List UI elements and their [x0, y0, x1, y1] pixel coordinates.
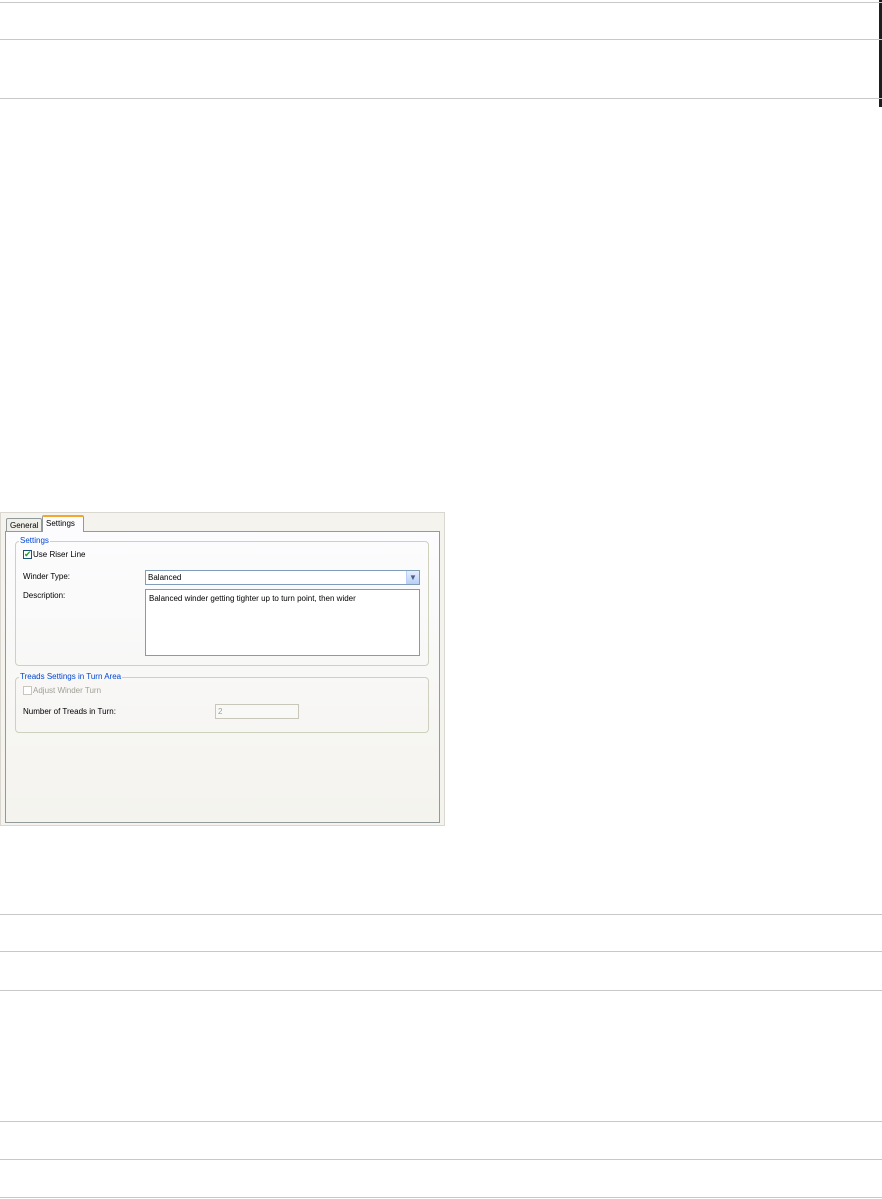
divider-line	[0, 1197, 882, 1198]
description-field[interactable]: Balanced winder getting tighter up to tu…	[145, 589, 420, 656]
settings-tab-panel: Settings ✔ Use Riser Line Winder Type: B…	[5, 531, 440, 823]
winder-type-select[interactable]: Balanced ▼	[145, 570, 420, 585]
use-riser-line-label: Use Riser Line	[33, 550, 86, 559]
number-of-treads-input[interactable]: 2	[215, 704, 299, 719]
treads-group-legend: Treads Settings in Turn Area	[20, 672, 122, 681]
stair-properties-dialog: General Settings Settings ✔ Use Riser Li…	[0, 512, 445, 826]
divider-line	[0, 914, 882, 915]
divider-line	[0, 1159, 882, 1160]
adjust-winder-turn-checkbox[interactable]	[23, 686, 32, 695]
divider-line	[0, 98, 882, 99]
check-icon: ✔	[24, 549, 32, 559]
tab-settings[interactable]: Settings	[42, 515, 84, 532]
tab-general[interactable]: General	[6, 518, 42, 531]
description-label: Description:	[23, 591, 66, 600]
chevron-down-icon[interactable]: ▼	[406, 571, 419, 584]
settings-group-legend: Settings	[20, 536, 49, 545]
divider-line	[0, 951, 882, 952]
winder-type-value: Balanced	[148, 573, 182, 582]
divider-line	[0, 990, 882, 991]
tab-strip: General Settings	[1, 513, 444, 532]
treads-settings-group: Treads Settings in Turn Area Adjust Wind…	[15, 673, 429, 733]
winder-type-label: Winder Type:	[23, 572, 70, 581]
divider-line	[0, 2, 882, 3]
adjust-winder-turn-label: Adjust Winder Turn	[33, 686, 102, 695]
divider-line	[0, 39, 882, 40]
divider-line	[0, 1121, 882, 1122]
number-of-treads-label: Number of Treads in Turn:	[23, 707, 116, 716]
settings-group: Settings ✔ Use Riser Line Winder Type: B…	[15, 537, 429, 666]
use-riser-line-checkbox[interactable]: ✔	[23, 550, 32, 559]
